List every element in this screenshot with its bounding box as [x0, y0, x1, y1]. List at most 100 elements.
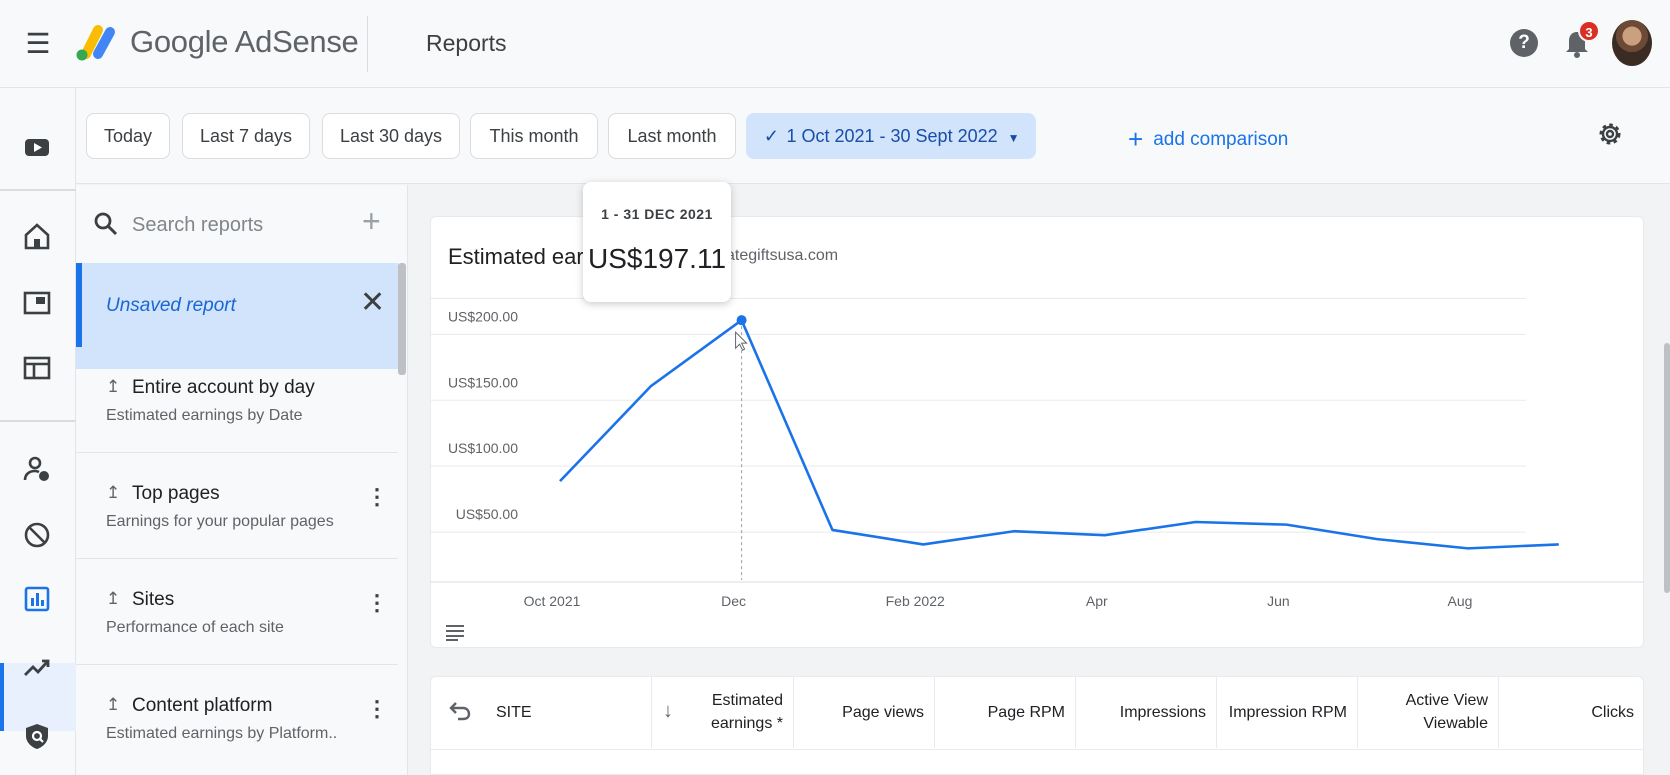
close-icon[interactable]: ✕: [360, 285, 385, 320]
avatar[interactable]: [1612, 20, 1652, 66]
x-tick-label: Dec: [721, 593, 746, 609]
rail-active-indicator: [0, 663, 4, 731]
col-header-page-views-label: Page views: [842, 703, 924, 721]
earnings-line-chart[interactable]: US$50.00 US$100.00 US$150.00 US$200.00 Oct 2…: [430, 290, 1644, 650]
add-comparison-button[interactable]: + add comparison: [1128, 124, 1288, 155]
more-options-icon[interactable]: ⋮: [366, 698, 388, 720]
app-brand: Google AdSense: [130, 24, 359, 59]
x-tick-label: Apr: [1086, 593, 1108, 609]
add-comparison-label: add comparison: [1153, 129, 1289, 150]
account-icon[interactable]: [22, 454, 52, 484]
legend-toggle-icon[interactable]: [444, 622, 466, 642]
report-subtitle: Estimated earnings by Platform...: [106, 725, 336, 742]
notification-badge: 3: [1578, 20, 1600, 42]
report-spark-icon: ↥: [106, 483, 121, 502]
col-header-active-view[interactable]: Active View Viewable: [1358, 676, 1499, 748]
plus-icon: +: [1128, 124, 1144, 154]
chip-last-7-days[interactable]: Last 7 days: [182, 113, 310, 159]
chip-this-month[interactable]: This month: [470, 113, 598, 159]
y-tick-label: US$50.00: [456, 506, 518, 522]
menu-icon[interactable]: ☰: [20, 26, 56, 62]
report-title: Top pages: [132, 483, 220, 504]
report-spark-icon: ↥: [106, 695, 121, 714]
report-search-row: +: [76, 185, 408, 263]
top-app-bar: ☰ Google AdSense Reports ? 3: [0, 0, 1670, 88]
col-header-clicks-label: Clicks: [1591, 703, 1634, 721]
brand-divider: [367, 16, 368, 72]
col-header-site-label: SITE: [496, 703, 532, 721]
tooltip-date: 1 - 31 DEC 2021: [601, 206, 713, 222]
report-item-content-platform[interactable]: ↥ Content platform Estimated earnings by…: [76, 665, 398, 771]
saved-reports-panel: + Unsaved report ✕ ↥ Entire account by d…: [76, 185, 408, 775]
x-tick-label: Jun: [1267, 593, 1290, 609]
youtube-icon[interactable]: [22, 132, 52, 162]
col-header-earnings[interactable]: Estimated earnings *: [690, 676, 794, 748]
y-tick-label: US$200.00: [448, 308, 518, 324]
reports-scrollbar[interactable]: [398, 263, 406, 375]
mouse-cursor-icon: [735, 330, 748, 351]
more-options-icon[interactable]: ⋮: [366, 486, 388, 508]
chip-today[interactable]: Today: [86, 113, 170, 159]
report-title: Entire account by day: [132, 377, 315, 398]
col-header-page-rpm[interactable]: Page RPM: [935, 676, 1076, 748]
report-title: Content platform: [132, 695, 273, 716]
more-options-icon[interactable]: ⋮: [366, 592, 388, 614]
dropdown-caret-icon: ▼: [1007, 131, 1020, 145]
col-header-impression-rpm-label: Impression RPM: [1228, 703, 1347, 721]
col-header-active-view-label: Active View Viewable: [1405, 692, 1488, 732]
page-title: Reports: [426, 30, 507, 56]
table-row[interactable]: [430, 749, 1644, 775]
main-scrollbar[interactable]: [1664, 343, 1670, 593]
policy-icon[interactable]: [22, 721, 52, 751]
col-header-page-views[interactable]: Page views: [794, 676, 935, 748]
help-icon[interactable]: ?: [1510, 29, 1538, 57]
x-tick-label: Aug: [1448, 593, 1473, 609]
check-icon: ✓: [763, 126, 780, 146]
rail-divider: [0, 420, 76, 422]
rail-divider: [0, 189, 76, 191]
chip-last-30-days[interactable]: Last 30 days: [322, 113, 460, 159]
trending-icon[interactable]: [22, 653, 52, 683]
adsense-logo: [76, 25, 115, 61]
col-header-earnings-label: Estimated earnings *: [710, 692, 783, 732]
col-header-impression-rpm[interactable]: Impression RPM: [1217, 676, 1358, 748]
sites-icon[interactable]: [22, 353, 52, 383]
search-icon: [94, 212, 118, 236]
tooltip-value: US$197.11: [587, 243, 727, 274]
chart-tooltip: 1 - 31 DEC 2021 US$197.11: [583, 182, 731, 302]
col-header-clicks[interactable]: Clicks: [1499, 676, 1644, 748]
report-subtitle: Earnings for your popular pages: [106, 513, 334, 530]
chart-title: Estimated ear: [448, 244, 584, 269]
new-report-plus-icon[interactable]: +: [362, 203, 381, 240]
report-spark-icon: ↥: [106, 377, 121, 396]
nav-rail: [0, 88, 76, 775]
settings-gear-icon[interactable]: [1594, 118, 1626, 150]
search-reports-input[interactable]: [132, 209, 352, 241]
report-item-top-pages[interactable]: ↥ Top pages Earnings for your popular pa…: [76, 453, 398, 559]
home-icon[interactable]: [22, 221, 52, 251]
report-spark-icon: ↥: [106, 589, 121, 608]
report-subtitle: Performance of each site: [106, 619, 284, 636]
report-item-sites[interactable]: ↥ Sites Performance of each site ⋮: [76, 559, 398, 665]
date-range-selector[interactable]: ✓ 1 Oct 2021 - 30 Sept 2022 ▼: [746, 113, 1036, 159]
ads-icon[interactable]: [22, 288, 52, 318]
col-header-impressions[interactable]: Impressions: [1076, 676, 1217, 748]
highlighted-point: [736, 315, 747, 326]
chart-site-label: ategiftsusa.com: [726, 247, 839, 264]
date-filter-bar: Today Last 7 days Last 30 days This mont…: [76, 88, 1670, 184]
series-line: [559, 318, 1559, 550]
col-header-impressions-label: Impressions: [1119, 703, 1206, 721]
col-header-page-rpm-label: Page RPM: [987, 703, 1065, 721]
unsaved-report-label: Unsaved report: [106, 295, 236, 316]
report-item-entire-account[interactable]: ↥ Entire account by day Estimated earnin…: [76, 347, 398, 453]
col-header-site[interactable]: SITE: [496, 676, 652, 748]
blocking-icon[interactable]: [22, 520, 52, 550]
active-report-indicator: [76, 263, 82, 347]
chip-last-month[interactable]: Last month: [608, 113, 736, 159]
report-subtitle: Estimated earnings by Date: [106, 407, 303, 424]
x-tick-label: Feb 2022: [886, 593, 945, 609]
date-range-label: 1 Oct 2021 - 30 Sept 2022: [786, 126, 998, 146]
undo-icon[interactable]: [448, 698, 472, 722]
sort-desc-icon[interactable]: ↓: [663, 700, 673, 723]
reports-icon[interactable]: [22, 584, 52, 614]
